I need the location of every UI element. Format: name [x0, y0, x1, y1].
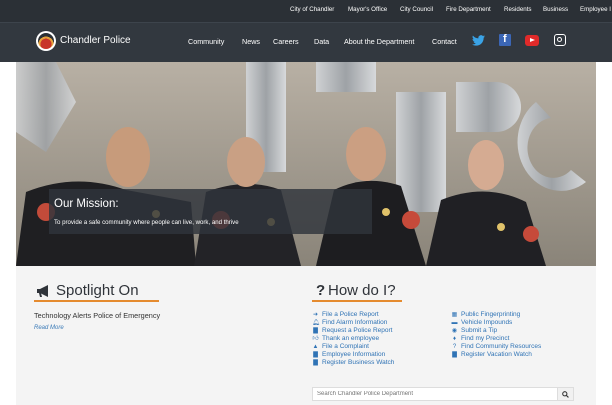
- lower-content: Spotlight On Technology Alerts Police of…: [16, 266, 596, 405]
- spotlight-headline[interactable]: Technology Alerts Police of Emergency: [34, 311, 160, 320]
- youtube-icon[interactable]: [525, 33, 539, 47]
- brand-name[interactable]: Chandler Police: [60, 35, 131, 46]
- how-item-thank-employee[interactable]: 👍︎ Thank an employee: [312, 335, 394, 343]
- read-more-link[interactable]: Read More: [34, 325, 64, 331]
- car-icon: ▬: [451, 320, 458, 326]
- topbar-link-employee[interactable]: Employee I: [580, 6, 611, 13]
- search-input[interactable]: [313, 388, 557, 400]
- how-item-alarm-information[interactable]: 🔔︎ Find Alarm Information: [312, 319, 394, 327]
- topbar-link-business[interactable]: Business: [543, 6, 568, 13]
- question-icon: ?: [452, 344, 457, 350]
- topbar-link-city-council[interactable]: City Council: [400, 6, 433, 13]
- nav-item-careers[interactable]: Careers: [273, 37, 299, 46]
- hero-banner: Our Mission: To provide a safe community…: [16, 62, 596, 266]
- how-list-right: ▦ Public Fingerprinting ▬ Vehicle Impounds…: [451, 311, 542, 359]
- how-item-file-police-report[interactable]: ➜ File a Police Report: [312, 311, 394, 319]
- question-mark-icon: ?: [316, 282, 326, 299]
- how-item-request-police-report[interactable]: ▇ Request a Police Report: [312, 327, 394, 335]
- facebook-icon[interactable]: f: [498, 33, 512, 47]
- document-icon: ▇: [313, 328, 318, 334]
- nav-item-community[interactable]: Community: [188, 37, 224, 46]
- thumbs-up-icon: 👍︎: [312, 336, 319, 342]
- how-underline: [312, 300, 402, 302]
- police-badge-logo-icon[interactable]: [36, 31, 56, 51]
- nav-item-data[interactable]: Data: [314, 37, 329, 46]
- spotlight-underline: [34, 300, 159, 302]
- how-item-find-precinct[interactable]: ♦ Find my Precinct: [451, 335, 541, 343]
- search-icon: [562, 390, 569, 398]
- main-navigation: Chandler Police Community News Careers D…: [0, 22, 612, 62]
- how-item-register-business-watch[interactable]: ▇ Register Business Watch: [312, 359, 394, 367]
- how-item-file-complaint[interactable]: ▲ File a Complaint: [312, 343, 394, 351]
- arrow-right-icon: ➜: [312, 312, 319, 318]
- mission-title: Our Mission:: [54, 198, 119, 210]
- how-item-vehicle-impounds[interactable]: ▬ Vehicle Impounds: [451, 319, 541, 327]
- how-item-public-fingerprinting[interactable]: ▦ Public Fingerprinting: [451, 311, 541, 319]
- document-icon: ▇: [313, 352, 318, 358]
- hero-officers-photo: [16, 62, 596, 266]
- search-button[interactable]: [557, 388, 573, 400]
- twitter-icon[interactable]: [471, 33, 485, 47]
- nav-item-about-the-department[interactable]: About the Department: [344, 37, 414, 46]
- warning-icon: ▲: [312, 344, 319, 350]
- eye-icon: ◉: [451, 328, 458, 334]
- how-item-employee-information[interactable]: ▇ Employee Information: [312, 351, 394, 359]
- document-icon: ▇: [452, 352, 457, 358]
- topbar-link-mayors-office[interactable]: Mayor's Office: [348, 6, 387, 13]
- document-icon: ▇: [313, 360, 318, 366]
- spotlight-title: Spotlight On: [56, 282, 139, 299]
- nav-item-contact[interactable]: Contact: [432, 37, 457, 46]
- calendar-icon: ▦: [451, 312, 458, 318]
- map-marker-icon: ♦: [452, 336, 457, 342]
- how-list-left: ➜ File a Police Report 🔔︎ Find Alarm Infor…: [312, 311, 394, 367]
- instagram-icon[interactable]: [553, 33, 567, 47]
- bell-icon: 🔔︎: [312, 320, 320, 326]
- top-utility-bar: City of Chandler Mayor's Office City Cou…: [0, 0, 612, 22]
- topbar-link-fire-department[interactable]: Fire Department: [446, 6, 491, 13]
- search-box: [312, 387, 574, 401]
- how-item-submit-tip[interactable]: ◉ Submit a Tip: [451, 327, 541, 335]
- how-do-i-title: How do I?: [328, 282, 396, 299]
- megaphone-icon: [36, 284, 52, 297]
- mission-statement: To provide a safe community where people…: [54, 219, 239, 226]
- topbar-link-residents[interactable]: Residents: [504, 6, 532, 13]
- how-item-register-vacation-watch[interactable]: ▇ Register Vacation Watch: [451, 351, 541, 359]
- mission-overlay: Our Mission: To provide a safe community…: [49, 189, 372, 234]
- how-item-community-resources[interactable]: ? Find Community Resources: [451, 343, 541, 351]
- nav-item-news[interactable]: News: [242, 37, 260, 46]
- topbar-link-city-of-chandler[interactable]: City of Chandler: [290, 6, 334, 13]
